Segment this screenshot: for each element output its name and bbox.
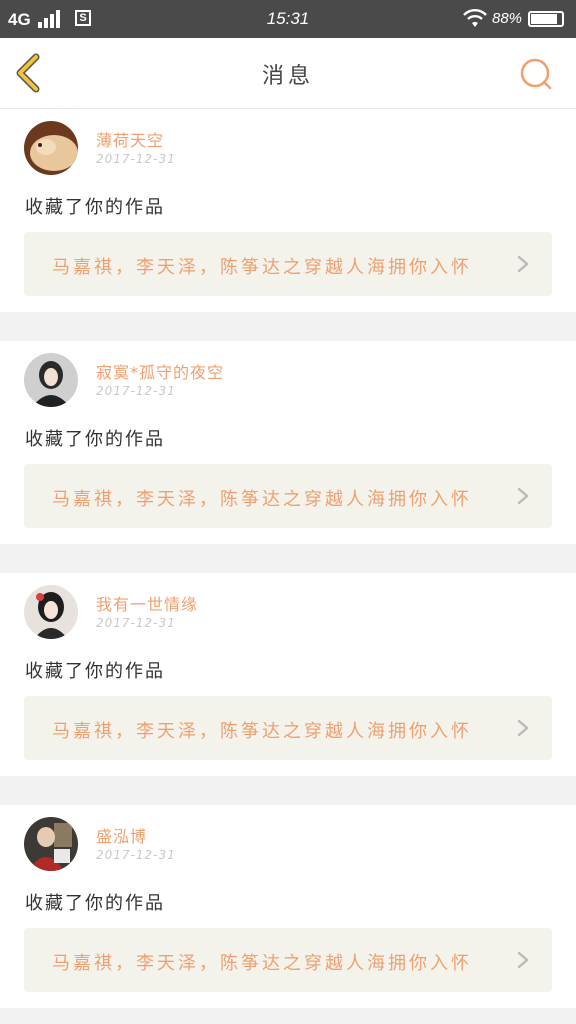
search-button[interactable] bbox=[516, 54, 556, 94]
work-link[interactable]: 马嘉祺，李天泽，陈筝达之穿越人海拥你入怀 bbox=[24, 928, 552, 992]
chevron-right-icon bbox=[517, 951, 529, 969]
chevron-right-icon bbox=[517, 255, 529, 273]
work-title: 马嘉祺，李天泽，陈筝达之穿越人海拥你入怀 bbox=[52, 721, 472, 742]
action-text: 收藏了你的作品 bbox=[25, 661, 165, 682]
action-text: 收藏了你的作品 bbox=[25, 429, 165, 450]
message-date: 2017-12-31 bbox=[96, 384, 176, 398]
work-title: 马嘉祺，李天泽，陈筝达之穿越人海拥你入怀 bbox=[52, 953, 472, 974]
message-date: 2017-12-31 bbox=[96, 848, 176, 862]
avatar[interactable] bbox=[24, 353, 78, 407]
message-item: 寂寞*孤守的夜空 2017-12-31 收藏了你的作品 马嘉祺，李天泽，陈筝达之… bbox=[0, 341, 576, 544]
page-title: 消息 bbox=[261, 64, 314, 89]
message-item: 我有一世情缘 2017-12-31 收藏了你的作品 马嘉祺，李天泽，陈筝达之穿越… bbox=[0, 573, 576, 776]
avatar[interactable] bbox=[24, 817, 78, 871]
chevron-right-icon bbox=[517, 487, 529, 505]
wifi-icon bbox=[463, 9, 487, 27]
work-title: 马嘉祺，李天泽，陈筝达之穿越人海拥你入怀 bbox=[52, 489, 472, 510]
status-bar: 4G S 15:31 88% bbox=[0, 0, 576, 38]
work-link[interactable]: 马嘉祺，李天泽，陈筝达之穿越人海拥你入怀 bbox=[24, 696, 552, 760]
message-date: 2017-12-31 bbox=[96, 616, 176, 630]
action-text: 收藏了你的作品 bbox=[25, 893, 165, 914]
username[interactable]: 薄荷天空 bbox=[96, 127, 164, 151]
avatar[interactable] bbox=[24, 585, 78, 639]
avatar[interactable] bbox=[24, 121, 78, 175]
work-link[interactable]: 马嘉祺，李天泽，陈筝达之穿越人海拥你入怀 bbox=[24, 464, 552, 528]
work-title: 马嘉祺，李天泽，陈筝达之穿越人海拥你入怀 bbox=[52, 257, 472, 278]
chevron-right-icon bbox=[517, 719, 529, 737]
username[interactable]: 我有一世情缘 bbox=[96, 591, 198, 615]
battery-icon bbox=[528, 11, 564, 27]
nav-header: 消息 bbox=[0, 38, 576, 109]
action-text: 收藏了你的作品 bbox=[25, 197, 165, 218]
work-link[interactable]: 马嘉祺，李天泽，陈筝达之穿越人海拥你入怀 bbox=[24, 232, 552, 296]
search-icon bbox=[520, 58, 552, 90]
username[interactable]: 盛泓博 bbox=[96, 823, 147, 847]
battery-percent: 88% bbox=[492, 10, 523, 27]
clock: 15:31 bbox=[266, 9, 310, 28]
username[interactable]: 寂寞*孤守的夜空 bbox=[96, 359, 224, 383]
message-item: 薄荷天空 2017-12-31 收藏了你的作品 马嘉祺，李天泽，陈筝达之穿越人海… bbox=[0, 109, 576, 312]
message-date: 2017-12-31 bbox=[96, 152, 176, 166]
message-item: 盛泓博 2017-12-31 收藏了你的作品 马嘉祺，李天泽，陈筝达之穿越人海拥… bbox=[0, 805, 576, 1008]
